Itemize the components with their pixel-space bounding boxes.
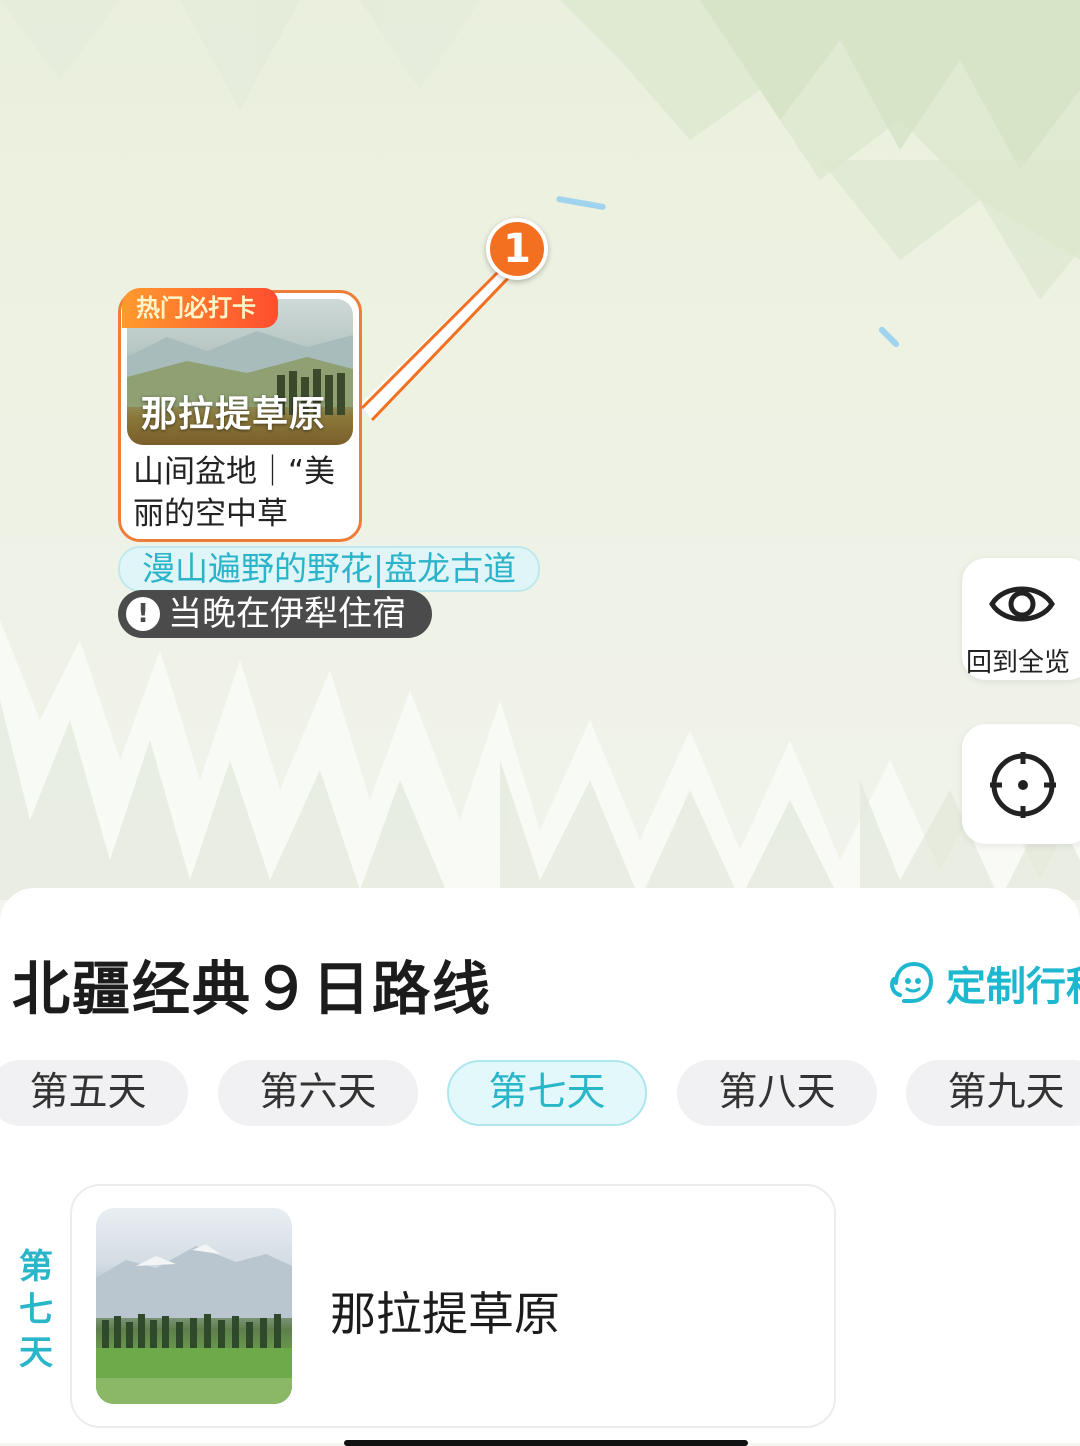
custom-itinerary-label: 定制行程 [946, 964, 1080, 1010]
poi-description: 山间盆地｜“美丽的空中草 [133, 454, 336, 532]
overview-button-label: 回到全览 [966, 648, 1071, 678]
day-vertical-char: 天 [19, 1333, 53, 1373]
day-vertical-label: 第 七 天 [16, 1246, 56, 1375]
tab-day-9[interactable]: 第九天 [906, 1060, 1080, 1126]
hot-tag-badge: 热门必打卡 [122, 288, 278, 328]
overview-button[interactable]: 回到全览 [962, 558, 1080, 680]
route-marker-1[interactable]: 1 [486, 218, 548, 280]
eye-icon [989, 586, 1055, 622]
tab-day-8[interactable]: 第八天 [677, 1060, 877, 1126]
tab-day-6[interactable]: 第六天 [218, 1060, 418, 1126]
itinerary-sheet: 北疆经典９日路线 定制行程 第五天 第六天 第七天 第八天 第九天 第 七 天 [0, 888, 1080, 1446]
overnight-notice: ! 当晚在伊犁住宿 [118, 590, 432, 638]
day-vertical-char: 第 [19, 1247, 53, 1287]
poi-tag-line: 漫山遍野的野花|盘龙古道 [118, 546, 541, 592]
custom-itinerary-link[interactable]: 定制行程 [888, 954, 1080, 1012]
day-vertical-char: 七 [19, 1290, 53, 1330]
tab-day-5[interactable]: 第五天 [0, 1060, 188, 1126]
day-tabs: 第五天 第六天 第七天 第八天 第九天 [0, 1060, 1080, 1126]
overnight-notice-text: 当晚在伊犁住宿 [168, 594, 406, 634]
locate-crosshair-icon [990, 752, 1056, 818]
spot-name: 那拉提草原 [330, 1287, 560, 1341]
home-indicator [344, 1440, 748, 1446]
spot-card[interactable]: 那拉提草原 [70, 1184, 836, 1428]
map-view[interactable]: 1 那拉提草原 山间盆地｜“美丽的空中草 热门必打卡 漫山遍野的野花|盘龙古道 … [0, 0, 1080, 900]
poi-title: 那拉提草原 [141, 394, 327, 435]
customer-service-icon [890, 961, 934, 1003]
route-title: 北疆经典９日路线 [12, 955, 493, 1023]
tab-day-7[interactable]: 第七天 [447, 1060, 647, 1126]
spot-thumbnail [96, 1208, 292, 1404]
locate-button[interactable] [962, 724, 1080, 844]
exclamation-icon: ! [126, 597, 160, 631]
